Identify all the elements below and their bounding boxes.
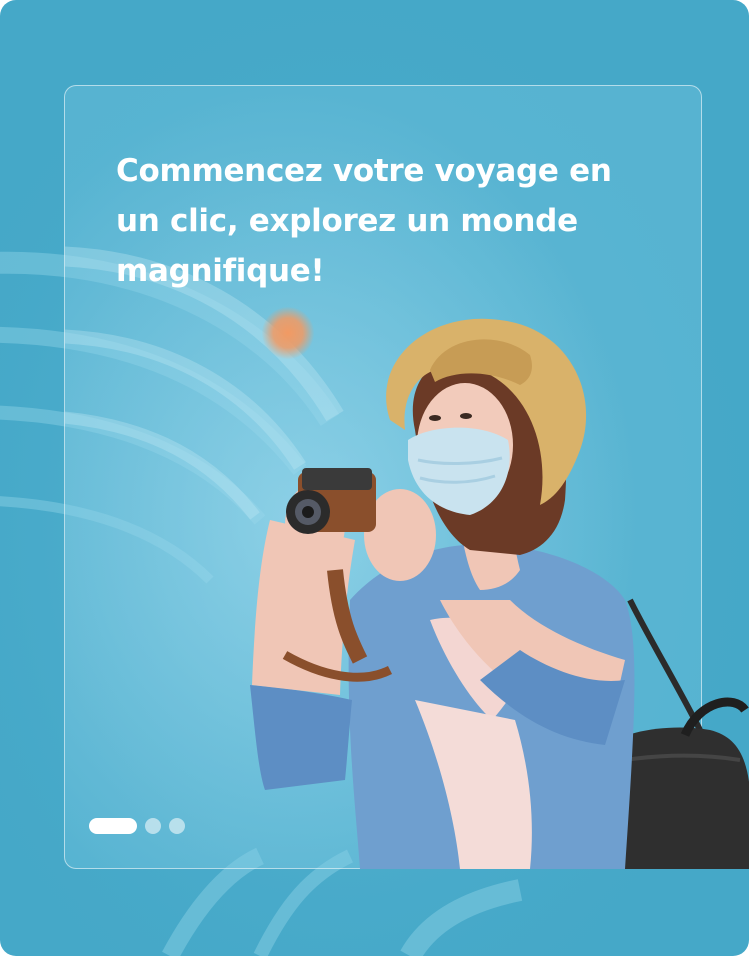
page-dot[interactable]: [169, 818, 185, 834]
traveler-woman-with-camera-icon: [250, 318, 749, 869]
page-dot[interactable]: [145, 818, 161, 834]
onboarding-headline: Commencez votre voyage en un clic, explo…: [116, 153, 612, 289]
onboarding-screen: Commencez votre voyage en un clic, explo…: [0, 0, 749, 956]
page-dot-active[interactable]: [89, 818, 137, 834]
pagination-indicator: [89, 818, 185, 834]
